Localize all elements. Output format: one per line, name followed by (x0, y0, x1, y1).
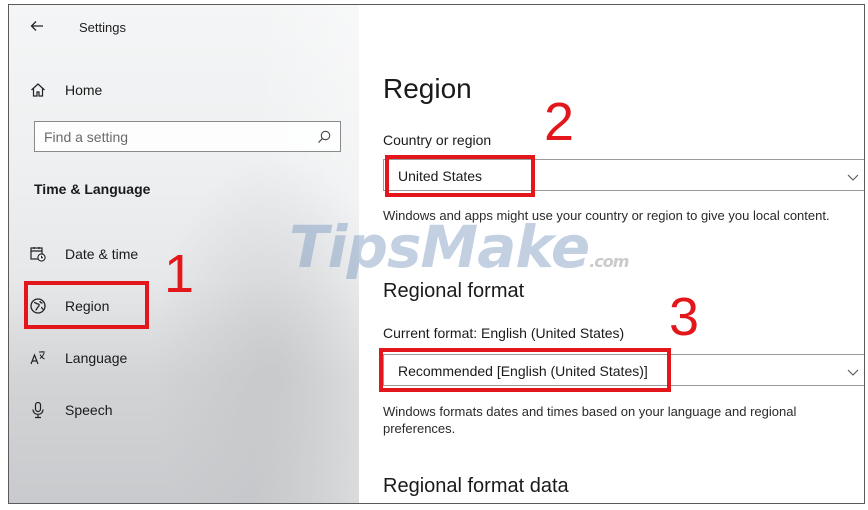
annotation-number-3: 3 (669, 287, 700, 347)
sidebar-item-language[interactable]: Language (9, 339, 359, 377)
sidebar-item-speech[interactable]: Speech (9, 391, 359, 429)
current-format-label: Current format: English (United States) (383, 325, 625, 341)
title-bar: Settings (9, 5, 359, 49)
country-label: Country or region (383, 132, 492, 148)
sidebar-item-label: Home (65, 82, 103, 98)
search-icon[interactable] (316, 129, 332, 145)
settings-window: Settings Home Find a setting Time & Lang… (8, 4, 865, 504)
microphone-icon (29, 401, 47, 419)
watermark-suffix: .com (589, 252, 629, 271)
annotation-number-2: 2 (544, 92, 575, 152)
annotation-box-country (385, 155, 535, 197)
home-icon (29, 81, 47, 99)
search-placeholder: Find a setting (44, 129, 129, 145)
search-input[interactable]: Find a setting (34, 121, 341, 152)
back-arrow-icon[interactable] (29, 18, 45, 34)
watermark-text: TipsMake (289, 213, 590, 281)
sidebar-item-label: Speech (65, 402, 113, 418)
regional-format-heading: Regional format (383, 280, 525, 302)
sidebar-item-home[interactable]: Home (9, 71, 359, 109)
sidebar-item-label: Date & time (65, 246, 139, 262)
annotation-box-format (379, 348, 671, 392)
sidebar-item-label: Language (65, 350, 128, 366)
app-title: Settings (79, 20, 126, 35)
chevron-down-icon (847, 170, 859, 182)
page-title: Region (383, 73, 472, 104)
language-icon (29, 349, 47, 367)
annotation-box-region (24, 281, 149, 329)
chevron-down-icon (847, 365, 859, 377)
format-description: Windows formats dates and times based on… (383, 404, 797, 436)
section-heading: Time & Language (34, 181, 151, 197)
regional-format-data-heading: Regional format data (383, 475, 569, 497)
watermark-logo: TipsMake.com (289, 213, 629, 281)
annotation-number-1: 1 (164, 244, 195, 304)
calendar-clock-icon (29, 245, 47, 263)
